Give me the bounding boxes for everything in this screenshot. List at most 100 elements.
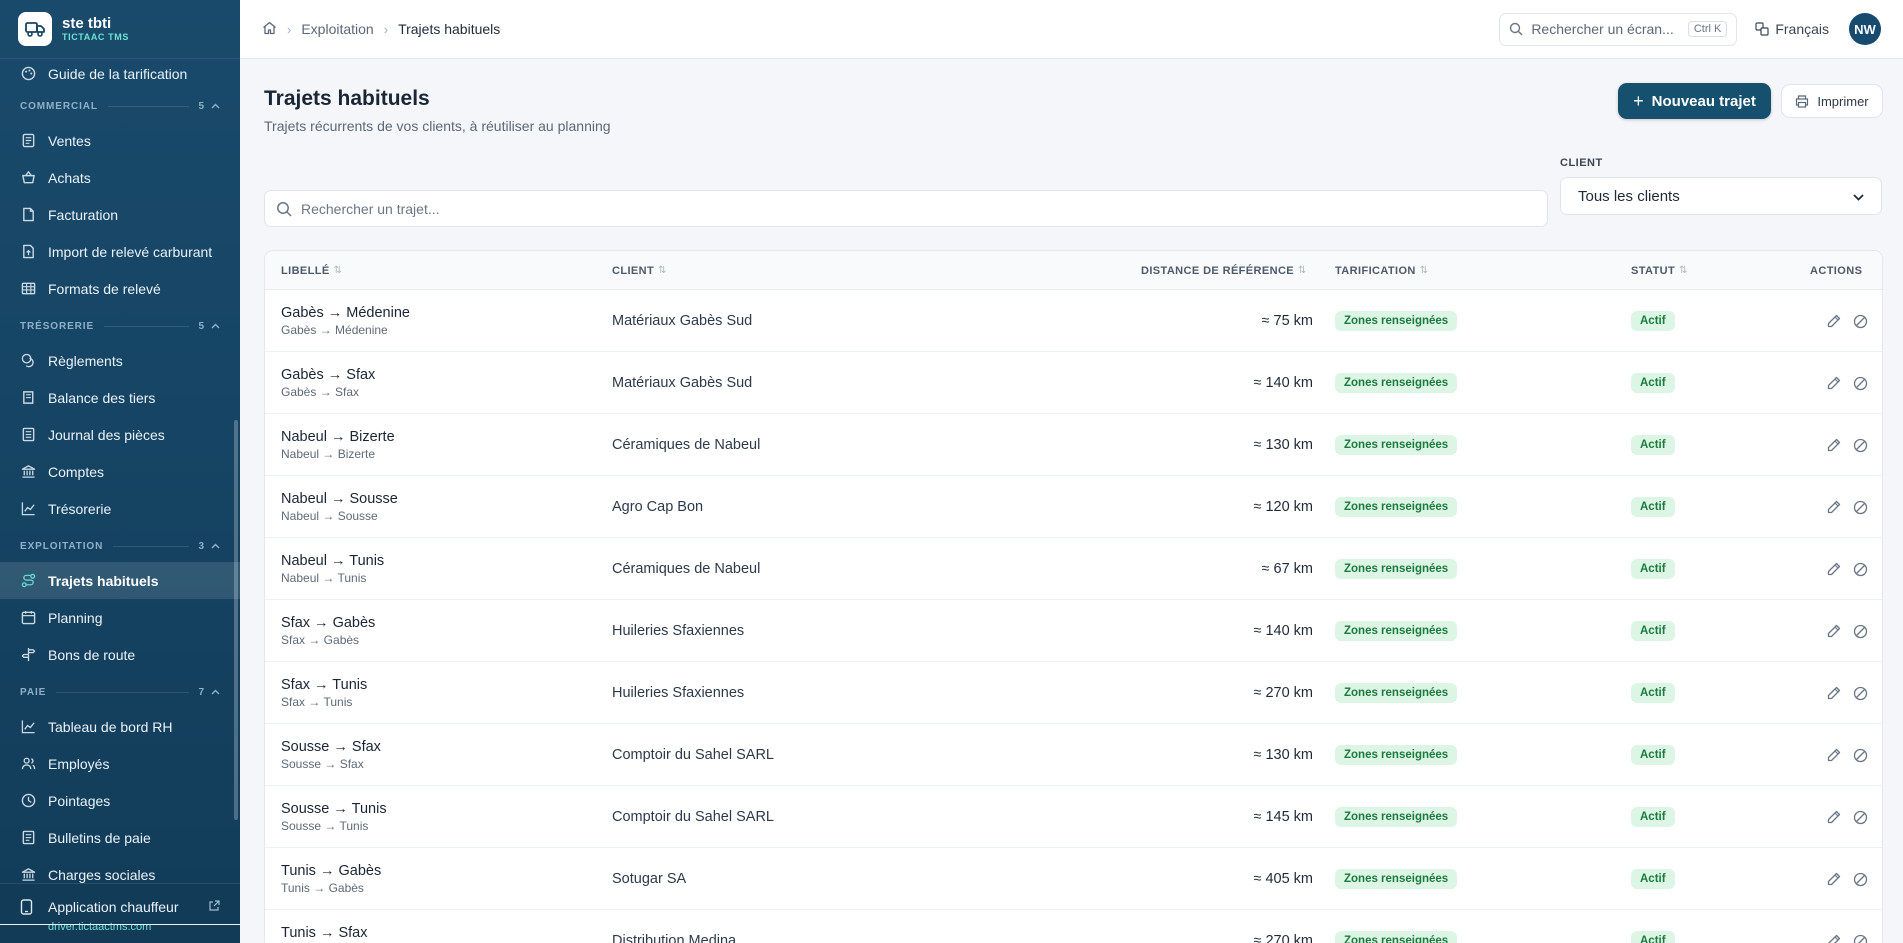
table-row[interactable]: Sfax → Gabès Sfax → Gabès Huileries Sfaxie…: [265, 600, 1882, 662]
edit-icon[interactable]: [1827, 376, 1841, 390]
sidebar-item-guide-tarification[interactable]: Guide de la tarification: [0, 60, 240, 87]
column-header-distance[interactable]: DISTANCE DE RÉFÉRENCE ⇅: [1141, 251, 1307, 290]
avatar[interactable]: NW: [1849, 13, 1881, 45]
sidebar-item-facturation[interactable]: Facturation: [0, 196, 240, 233]
table-row[interactable]: Nabeul → Tunis Nabeul → Tunis Céramiques d…: [265, 538, 1882, 600]
cell-client: Matériaux Gabès Sud: [612, 375, 753, 391]
cell-statut: Actif: [1631, 476, 1675, 538]
language-switcher[interactable]: Français: [1755, 21, 1829, 37]
edit-icon[interactable]: [1827, 934, 1841, 943]
sidebar-item-label: Planning: [48, 609, 103, 626]
edit-icon[interactable]: [1827, 624, 1841, 638]
sidebar-item-label: Trajets habituels: [48, 572, 159, 589]
file-icon: [20, 830, 36, 846]
cell-libelle: Gabès → Sfax Gabès → Sfax: [281, 352, 375, 414]
disable-icon[interactable]: [1853, 562, 1868, 577]
table-row[interactable]: Sousse → Sfax Sousse → Sfax Comptoir du Sa…: [265, 724, 1882, 786]
column-header-tarification[interactable]: TARIFICATION ⇅: [1335, 251, 1429, 290]
section-count: 5: [198, 100, 205, 112]
cell-distance: ≈ 140 km: [1253, 375, 1313, 391]
sort-icon: ⇅: [1298, 265, 1307, 276]
section-commercial[interactable]: COMMERCIAL 5: [0, 90, 240, 122]
disable-icon[interactable]: [1853, 624, 1868, 639]
table-row[interactable]: Tunis → SfaxTunis → Sfax Distribution Med…: [265, 910, 1882, 943]
sidebar-item-label: Facturation: [48, 206, 119, 223]
sidebar-item-pointages[interactable]: Pointages: [0, 782, 240, 819]
disable-icon[interactable]: [1853, 810, 1868, 825]
edit-icon[interactable]: [1827, 686, 1841, 700]
new-trip-button[interactable]: + Nouveau trajet: [1618, 83, 1771, 119]
disable-icon[interactable]: [1853, 500, 1868, 515]
cell-tarification: Zones renseignées: [1335, 290, 1458, 352]
disable-icon[interactable]: [1853, 314, 1868, 329]
edit-icon[interactable]: [1827, 872, 1841, 886]
sidebar-item-import-releve[interactable]: Import de relevé carburant: [0, 233, 240, 270]
disable-icon[interactable]: [1853, 376, 1868, 391]
sidebar-item-tableau-rh[interactable]: Tableau de bord RH: [0, 708, 240, 745]
sidebar-item-planning[interactable]: Planning: [0, 599, 240, 636]
edit-icon[interactable]: [1827, 748, 1841, 762]
coins-icon: [20, 353, 36, 369]
edit-icon[interactable]: [1827, 562, 1841, 576]
sidebar-item-trajets-habituels[interactable]: Trajets habituels: [0, 562, 240, 599]
section-exploitation[interactable]: EXPLOITATION 3: [0, 530, 240, 562]
trip-route: Sousse → Sfax: [281, 757, 364, 771]
sidebar-item-label: Journal des pièces: [48, 426, 165, 443]
sidebar-item-journal-pieces[interactable]: Journal des pièces: [0, 416, 240, 453]
table-row[interactable]: Tunis → Gabès Tunis → Gabès Sotugar SA ≈ 40…: [265, 848, 1882, 910]
brand[interactable]: ste tbti TICTAAC TMS: [0, 0, 240, 59]
cell-client: Agro Cap Bon: [612, 499, 704, 515]
trip-search-input[interactable]: Rechercher un trajet...: [264, 190, 1548, 227]
sidebar-item-ventes[interactable]: Ventes: [0, 122, 240, 159]
disable-icon[interactable]: [1853, 686, 1868, 701]
sidebar-item-reglements[interactable]: Règlements: [0, 342, 240, 379]
sidebar-scrollbar[interactable]: [234, 420, 238, 820]
sidebar-item-tresorerie[interactable]: Trésorerie: [0, 490, 240, 527]
sidebar-item-formats-releve[interactable]: Formats de relevé: [0, 270, 240, 307]
sidebar-item-bulletins-paie[interactable]: Bulletins de paie: [0, 819, 240, 856]
section-tresorerie[interactable]: TRÉSORERIE 5: [0, 310, 240, 342]
disable-icon[interactable]: [1853, 438, 1868, 453]
status-badge: Actif: [1631, 683, 1675, 703]
table-row[interactable]: Gabès → Sfax Gabès → Sfax Matériaux Gabès …: [265, 352, 1882, 414]
client-filter-select[interactable]: Tous les clients: [1560, 177, 1882, 215]
column-header-statut[interactable]: STATUT ⇅: [1631, 251, 1688, 290]
table-row[interactable]: Gabès → Médenine Gabès → Médenine Matériau…: [265, 290, 1882, 352]
breadcrumb-exploitation[interactable]: Exploitation: [301, 21, 373, 37]
cell-actions: [1827, 786, 1868, 848]
sidebar-item-balance-tiers[interactable]: Balance des tiers: [0, 379, 240, 416]
table-row[interactable]: Nabeul → Sousse Nabeul → Sousse Agro Cap B…: [265, 476, 1882, 538]
column-header-actions: ACTIONS: [1810, 251, 1862, 290]
column-header-client[interactable]: CLIENT ⇅: [612, 251, 667, 290]
sidebar-item-achats[interactable]: Achats: [0, 159, 240, 196]
sidebar-item-employes[interactable]: Employés: [0, 745, 240, 782]
edit-icon[interactable]: [1827, 810, 1841, 824]
table-row[interactable]: Sousse → Tunis Sousse → Tunis Comptoir du …: [265, 786, 1882, 848]
cell-client: Matériaux Gabès Sud: [612, 313, 753, 329]
sidebar-item-label: Bulletins de paie: [48, 829, 151, 846]
pricing-badge: Zones renseignées: [1335, 621, 1458, 641]
disable-icon[interactable]: [1853, 934, 1868, 943]
smartphone-icon: [20, 898, 36, 915]
disable-icon[interactable]: [1853, 748, 1868, 763]
sidebar-item-comptes[interactable]: Comptes: [0, 453, 240, 490]
home-icon[interactable]: [262, 21, 277, 38]
table-row[interactable]: Sfax → Tunis Sfax → Tunis Huileries Sfaxie…: [265, 662, 1882, 724]
screen-search-input[interactable]: Rechercher un écran... Ctrl K: [1499, 12, 1738, 46]
sidebar-item-bons-route[interactable]: Bons de route: [0, 636, 240, 673]
section-paie[interactable]: PAIE 7: [0, 676, 240, 708]
table-row[interactable]: Nabeul → Bizerte Nabeul → Bizerte Céramiqu…: [265, 414, 1882, 476]
pricing-badge: Zones renseignées: [1335, 373, 1458, 393]
disable-icon[interactable]: [1853, 872, 1868, 887]
edit-icon[interactable]: [1827, 438, 1841, 452]
sidebar-item-label: Balance des tiers: [48, 389, 156, 406]
trip-route: Sfax → Gabès: [281, 633, 360, 647]
driver-app-link[interactable]: Application chauffeur: [0, 889, 240, 925]
print-button[interactable]: Imprimer: [1781, 84, 1883, 118]
divider: [113, 545, 189, 547]
pricing-badge: Zones renseignées: [1335, 931, 1458, 943]
edit-icon[interactable]: [1827, 314, 1841, 328]
edit-icon[interactable]: [1827, 500, 1841, 514]
cell-statut: Actif: [1631, 290, 1675, 352]
column-header-libelle[interactable]: LIBELLÉ ⇅: [281, 251, 342, 290]
